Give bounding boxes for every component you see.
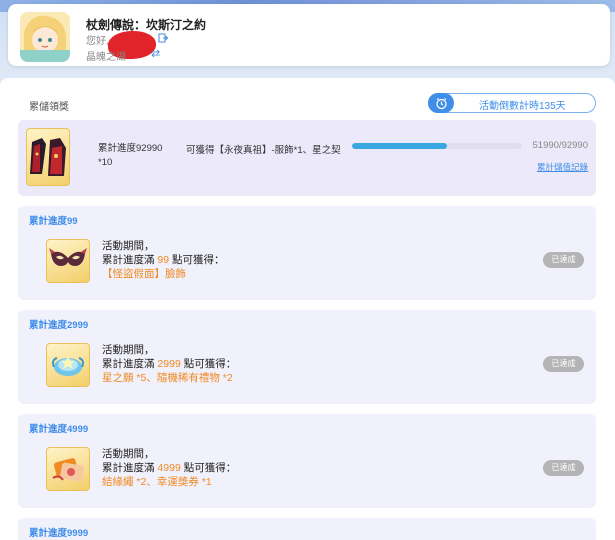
ticket-icon [46,447,90,491]
summary-reward-text: 可獲得【永夜真祖】-服飾*1、星之契 [186,145,341,156]
costume-icon [26,128,70,186]
tier-line-2: 累計進度滿 99 點可獲得： [102,253,225,267]
summary-progress-label: 累計進度92990 *10 [98,142,162,170]
tier-line-2: 累計進度滿 2999 點可獲得： [102,357,236,371]
summary-progress-value: 累計進度92990 [98,143,163,154]
tier-card: 累計進度2999 活動期間， 累計進度滿 2999 點可獲得： 星之願 *5、隨… [18,310,596,404]
greeting-text: 您好, [86,36,109,47]
tier-title: 累計進度99 [29,216,78,227]
progress-bar [352,143,522,149]
tier-line-1: 活動期間， [102,240,155,252]
tier-line-2-suffix: 點可獲得： [169,254,225,266]
tier-threshold: 4999 [157,462,181,474]
game-header-card: 杖劍傳說：坎斯汀之約 您好, 晶魄之湖 ⇄ [8,4,610,66]
tier-threshold: 99 [157,254,170,266]
tier-card: 累計進度99 活動期間， 累計進度滿 99 點可獲得： 【怪盜假面】臉飾 已達成 [18,206,596,300]
logout-icon[interactable] [158,33,169,43]
tier-line-2-prefix: 累計進度滿 [102,462,158,474]
tier-line-2-suffix: 點可獲得： [180,462,237,474]
deposit-record-link[interactable]: 累計儲值記錄 [537,161,588,173]
countdown-text: 活動倒數計時135天 [479,101,566,112]
progress-bar-fill [352,143,448,149]
star-wish-icon [46,343,90,387]
game-title: 杖劍傳說：坎斯汀之約 [86,18,207,32]
switch-server-icon[interactable]: ⇄ [151,47,160,60]
tier-title: 累計進度9999 [29,528,89,539]
tier-description: 活動期間， 累計進度滿 2999 點可獲得： 星之願 *5、隨機稀有禮物 *2 [102,343,236,385]
mask-icon [46,239,90,283]
tier-line-1: 活動期間， [102,344,155,356]
tier-card: 累計進度9999 [18,518,596,540]
tier-line-2-suffix: 點可獲得： [180,358,237,370]
summary-progress-count: *10 [98,157,113,168]
summary-card: 累計進度92990 *10 可獲得【永夜真祖】-服飾*1、星之契 51990/9… [18,120,596,196]
tier-line-2-prefix: 累計進度滿 [102,358,158,370]
tier-description: 活動期間， 累計進度滿 99 點可獲得： 【怪盜假面】臉飾 [102,239,225,281]
main-panel: 累儲領獎 活動倒數計時135天 累計進度92990 *10 可獲得【永夜真祖】-… [0,78,615,540]
tier-reward: 結緣繩 *2、幸運獎券 *1 [102,476,212,488]
tier-line-2-prefix: 累計進度滿 [102,254,158,266]
tier-title: 累計進度2999 [29,320,89,331]
tier-description: 活動期間， 累計進度滿 4999 點可獲得： 結緣繩 *2、幸運獎券 *1 [102,447,236,489]
section-title: 累儲領獎 [29,102,69,113]
server-name: 晶魄之湖 [86,52,126,63]
tier-reward: 【怪盜假面】臉飾 [102,268,186,280]
status-badge: 已達成 [543,460,584,476]
game-avatar [20,12,70,62]
tier-title: 累計進度4999 [29,424,89,435]
status-badge: 已達成 [543,356,584,372]
tier-line-1: 活動期間， [102,448,155,460]
tier-reward: 星之願 *5、隨機稀有禮物 *2 [102,372,233,384]
countdown-badge: 活動倒數計時135天 [428,93,596,113]
tier-line-2: 累計進度滿 4999 點可獲得： [102,461,236,475]
tier-threshold: 2999 [157,358,181,370]
alarm-clock-icon [428,93,454,113]
tier-card: 累計進度4999 活動期間， 累計進度滿 4999 點可獲得： 結緣繩 *2、幸… [18,414,596,508]
status-badge: 已達成 [543,252,584,268]
progress-text: 51990/92990 [532,140,588,151]
